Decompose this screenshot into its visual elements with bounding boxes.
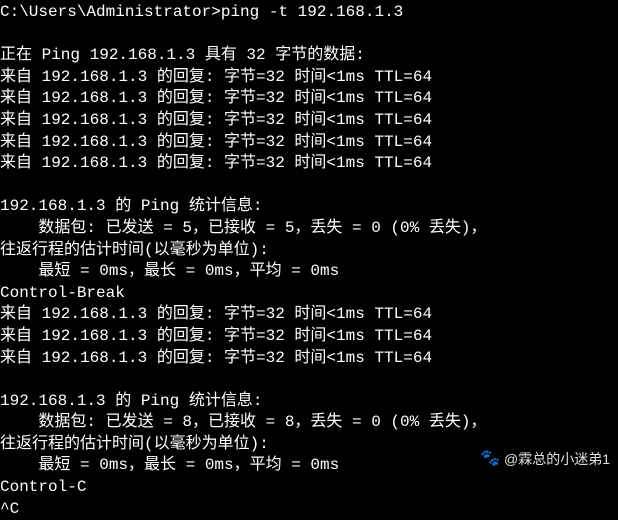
stats-rtt-values: 最短 = 0ms，最长 = 0ms，平均 = 0ms xyxy=(0,261,618,283)
ping-reply: 来自 192.168.1.3 的回复: 字节=32 时间<1ms TTL=64 xyxy=(0,326,618,348)
stats-packets: 数据包: 已发送 = 5，已接收 = 5，丢失 = 0 (0% 丢失)， xyxy=(0,218,618,240)
stats-header: 192.168.1.3 的 Ping 统计信息: xyxy=(0,391,618,413)
prompt-path: C:\Users\Administrator> xyxy=(0,3,221,21)
caret-c: ^C xyxy=(0,499,618,520)
paw-icon: 🐾 xyxy=(480,448,500,470)
control-c: Control-C xyxy=(0,477,618,499)
stats-rtt-header: 往返行程的估计时间(以毫秒为单位): xyxy=(0,240,618,262)
ping-reply: 来自 192.168.1.3 的回复: 字节=32 时间<1ms TTL=64 xyxy=(0,132,618,154)
ping-reply: 来自 192.168.1.3 的回复: 字节=32 时间<1ms TTL=64 xyxy=(0,110,618,132)
watermark: 🐾 @霖总的小迷弟1 xyxy=(480,448,610,470)
ping-reply: 来自 192.168.1.3 的回复: 字节=32 时间<1ms TTL=64 xyxy=(0,153,618,175)
stats-packets: 数据包: 已发送 = 8，已接收 = 8，丢失 = 0 (0% 丢失)， xyxy=(0,412,618,434)
ping-command: ping -t 192.168.1.3 xyxy=(221,3,403,21)
ping-reply: 来自 192.168.1.3 的回复: 字节=32 时间<1ms TTL=64 xyxy=(0,88,618,110)
watermark-text: @霖总的小迷弟1 xyxy=(504,450,610,469)
command-prompt-line[interactable]: C:\Users\Administrator>ping -t 192.168.1… xyxy=(0,2,618,24)
blank-line xyxy=(0,369,618,391)
blank-line xyxy=(0,175,618,197)
ping-reply: 来自 192.168.1.3 的回复: 字节=32 时间<1ms TTL=64 xyxy=(0,67,618,89)
blank-line xyxy=(0,24,618,46)
ping-header: 正在 Ping 192.168.1.3 具有 32 字节的数据: xyxy=(0,45,618,67)
ping-reply: 来自 192.168.1.3 的回复: 字节=32 时间<1ms TTL=64 xyxy=(0,348,618,370)
ping-reply: 来自 192.168.1.3 的回复: 字节=32 时间<1ms TTL=64 xyxy=(0,304,618,326)
control-break: Control-Break xyxy=(0,283,618,305)
stats-header: 192.168.1.3 的 Ping 统计信息: xyxy=(0,196,618,218)
